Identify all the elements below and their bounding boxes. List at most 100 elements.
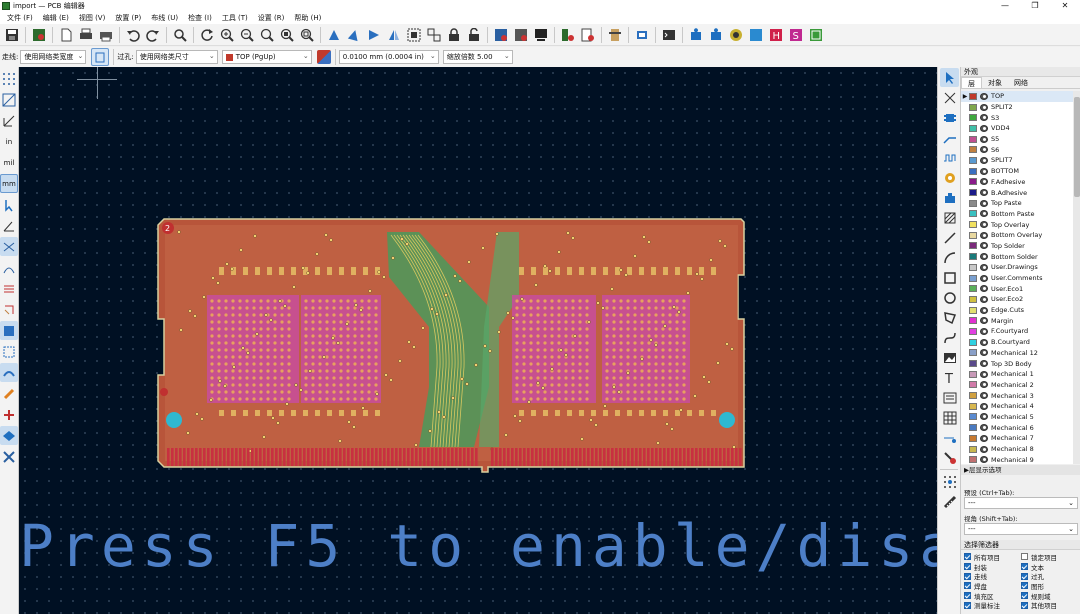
layer-color-swatch[interactable] <box>969 434 977 442</box>
filter-checkbox[interactable] <box>964 553 971 561</box>
layer-color-swatch[interactable] <box>969 92 977 100</box>
visibility-eye-icon[interactable] <box>980 274 988 282</box>
layer-color-swatch[interactable] <box>969 263 977 271</box>
tab-nets[interactable]: 网络 <box>1008 77 1034 88</box>
menu-file[interactable]: 文件 (F) <box>2 12 38 24</box>
layer-color-swatch[interactable] <box>969 210 977 218</box>
ungroup-icon[interactable] <box>425 26 443 44</box>
add-via-icon[interactable] <box>940 168 959 187</box>
filter-checkbox[interactable] <box>1021 592 1028 600</box>
layer-row[interactable]: Mechanical 9 <box>961 454 1073 464</box>
zoom-in-icon[interactable] <box>218 26 236 44</box>
add-image-icon[interactable] <box>940 348 959 367</box>
visibility-eye-icon[interactable] <box>980 306 988 314</box>
cursor-shape-icon[interactable] <box>0 195 18 214</box>
measure-tool-icon[interactable] <box>940 492 959 511</box>
layer-color-swatch[interactable] <box>969 360 977 368</box>
layers-manager-icon[interactable] <box>0 426 18 445</box>
pcb-canvas[interactable]: 2 Press F5 to enable/disable m <box>19 67 937 614</box>
netlist-icon[interactable] <box>492 26 510 44</box>
grid-toggle-icon[interactable] <box>0 69 18 88</box>
page-settings-icon[interactable] <box>57 26 75 44</box>
board-setup-icon[interactable] <box>30 26 48 44</box>
layer-color-swatch[interactable] <box>969 295 977 303</box>
layer-color-swatch[interactable] <box>969 103 977 111</box>
tracks-sketch-icon[interactable] <box>0 363 18 382</box>
zoom-select[interactable]: 缩放倍数 5.00 ⌄ <box>442 50 513 64</box>
select-arrow-icon[interactable] <box>940 68 959 87</box>
layer-color-swatch[interactable] <box>969 189 977 197</box>
scrollbar-thumb[interactable] <box>1074 97 1080 197</box>
draw-rectangle-icon[interactable] <box>940 268 959 287</box>
net-color-icon[interactable] <box>0 405 18 424</box>
menu-help[interactable]: 帮助 (H) <box>289 12 326 24</box>
layer-color-swatch[interactable] <box>969 274 977 282</box>
menu-place[interactable]: 放置 (P) <box>110 12 146 24</box>
menu-view[interactable]: 视图 (V) <box>74 12 110 24</box>
filter-item[interactable]: 文本 <box>1021 562 1078 572</box>
layer-color-swatch[interactable] <box>969 306 977 314</box>
filter-checkbox[interactable] <box>964 572 971 580</box>
visibility-eye-icon[interactable] <box>980 167 988 175</box>
layer-row[interactable]: Mechanical 5 <box>961 412 1073 423</box>
layer-row[interactable]: Mechanical 12 <box>961 348 1073 359</box>
polar-coords-icon[interactable] <box>0 90 18 109</box>
layer-row[interactable]: Mechanical 1 <box>961 369 1073 380</box>
layer-row[interactable]: Mechanical 6 <box>961 422 1073 433</box>
draw-circle-icon[interactable] <box>940 288 959 307</box>
layer-row[interactable]: Bottom Solder <box>961 251 1073 262</box>
update-pcb-icon[interactable] <box>512 26 530 44</box>
menu-edit[interactable]: 编辑 (E) <box>38 12 74 24</box>
place-footprint-icon[interactable] <box>940 108 959 127</box>
add-textbox-icon[interactable] <box>940 388 959 407</box>
filter-checkbox[interactable] <box>964 563 971 571</box>
add-table-icon[interactable] <box>940 408 959 427</box>
plot-icon[interactable] <box>97 26 115 44</box>
layer-row[interactable]: Mechanical 2 <box>961 380 1073 391</box>
visibility-eye-icon[interactable] <box>980 263 988 271</box>
visibility-eye-icon[interactable] <box>980 178 988 186</box>
footprint-editor-icon[interactable] <box>606 26 624 44</box>
layer-color-swatch[interactable] <box>969 381 977 389</box>
layer-row[interactable]: Top 3D Body <box>961 358 1073 369</box>
tab-layers[interactable]: 层 <box>961 77 982 88</box>
layer-color-swatch[interactable] <box>969 242 977 250</box>
3d-viewer-icon[interactable] <box>633 26 651 44</box>
group-icon[interactable] <box>405 26 423 44</box>
visibility-eye-icon[interactable] <box>980 103 988 111</box>
layer-row[interactable]: Mechanical 3 <box>961 390 1073 401</box>
layer-color-swatch[interactable] <box>969 135 977 143</box>
layer-color-swatch[interactable] <box>969 349 977 357</box>
visibility-eye-icon[interactable] <box>980 349 988 357</box>
visibility-eye-icon[interactable] <box>980 156 988 164</box>
plugin-manager-icon[interactable] <box>707 26 725 44</box>
filter-checkbox[interactable] <box>1021 563 1028 571</box>
visibility-eye-icon[interactable] <box>980 424 988 432</box>
filter-item[interactable]: 图形 <box>1021 581 1078 591</box>
layer-color-swatch[interactable] <box>969 114 977 122</box>
local-origin-icon[interactable] <box>0 111 18 130</box>
print-icon[interactable] <box>77 26 95 44</box>
zoom-objects-icon[interactable] <box>278 26 296 44</box>
filter-item[interactable]: 其他项目 <box>1021 600 1078 610</box>
filter-checkbox[interactable] <box>1021 572 1028 580</box>
track-width-select[interactable]: 使用网络类宽度 ⌄ <box>20 50 87 64</box>
filter-item[interactable]: 锁定项目 <box>1021 552 1078 562</box>
layer-select[interactable]: TOP (PgUp) ⌄ <box>221 50 312 64</box>
filter-checkbox[interactable] <box>964 582 971 590</box>
layer-color-swatch[interactable] <box>969 370 977 378</box>
layer-row[interactable]: Top Overlay <box>961 219 1073 230</box>
layer-color-swatch[interactable] <box>969 402 977 410</box>
layer-row[interactable]: Top Paste <box>961 198 1073 209</box>
layer-row[interactable]: Bottom Paste <box>961 209 1073 220</box>
visibility-eye-icon[interactable] <box>980 360 988 368</box>
tune-length-icon[interactable] <box>940 148 959 167</box>
layer-color-swatch[interactable] <box>969 156 977 164</box>
draw-line-icon[interactable] <box>940 228 959 247</box>
filter-checkbox[interactable] <box>1021 582 1028 590</box>
visibility-eye-icon[interactable] <box>980 231 988 239</box>
route-track-icon[interactable] <box>940 128 959 147</box>
visibility-eye-icon[interactable] <box>980 285 988 293</box>
visibility-eye-icon[interactable] <box>980 221 988 229</box>
layer-row[interactable]: B.Adhesive <box>961 187 1073 198</box>
